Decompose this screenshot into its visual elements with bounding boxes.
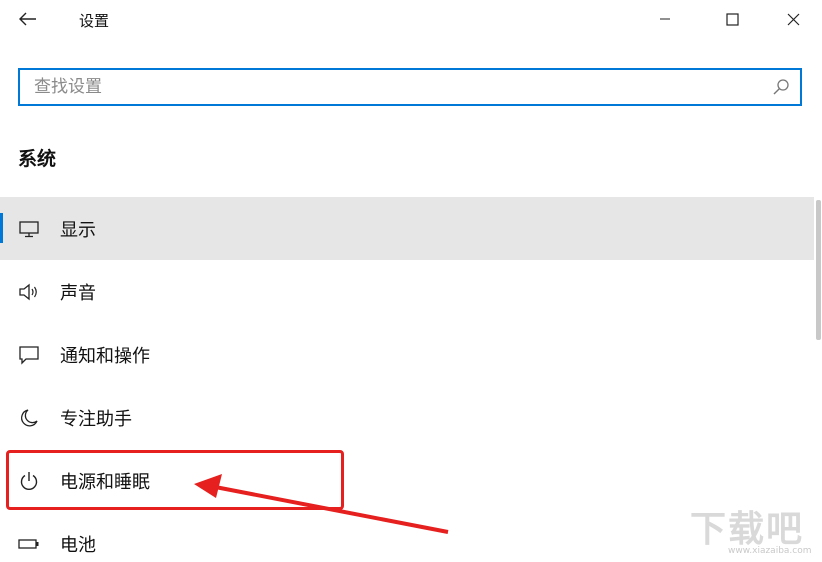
nav-item-label: 通知和操作 <box>60 345 150 367</box>
nav-item-focus-assist[interactable]: 专注助手 <box>0 386 814 449</box>
battery-icon <box>18 533 40 555</box>
nav-item-display[interactable]: 显示 <box>0 197 814 260</box>
moon-icon <box>18 407 40 429</box>
maximize-button[interactable] <box>709 2 755 36</box>
close-button[interactable] <box>770 2 816 36</box>
search-icon[interactable] <box>772 78 790 96</box>
close-icon <box>787 13 799 25</box>
section-heading: 系统 <box>18 148 57 170</box>
speaker-icon <box>18 281 40 303</box>
back-arrow-icon <box>19 12 36 26</box>
nav-item-label: 专注助手 <box>60 408 132 430</box>
nav-item-label: 显示 <box>60 219 96 241</box>
window-title: 设置 <box>79 12 110 30</box>
nav-item-notifications[interactable]: 通知和操作 <box>0 323 814 386</box>
title-bar: 设置 <box>0 0 822 40</box>
selection-indicator <box>0 213 3 243</box>
nav-item-label: 声音 <box>60 282 96 304</box>
back-button[interactable] <box>10 4 46 34</box>
minimize-icon <box>660 18 670 20</box>
maximize-icon <box>725 12 739 26</box>
nav-item-label: 电池 <box>60 534 96 556</box>
watermark-url: www.xiazaiba.com <box>728 546 812 556</box>
search-input[interactable] <box>34 70 754 104</box>
minimize-button[interactable] <box>642 2 688 36</box>
monitor-icon <box>18 218 40 240</box>
watermark-text: 下载吧 <box>690 509 805 550</box>
search-box[interactable] <box>18 68 802 106</box>
power-icon <box>18 470 40 492</box>
nav-item-sound[interactable]: 声音 <box>0 260 814 323</box>
notification-icon <box>18 344 40 366</box>
scrollbar-thumb[interactable] <box>816 200 821 340</box>
nav-item-label: 电源和睡眠 <box>60 471 150 493</box>
